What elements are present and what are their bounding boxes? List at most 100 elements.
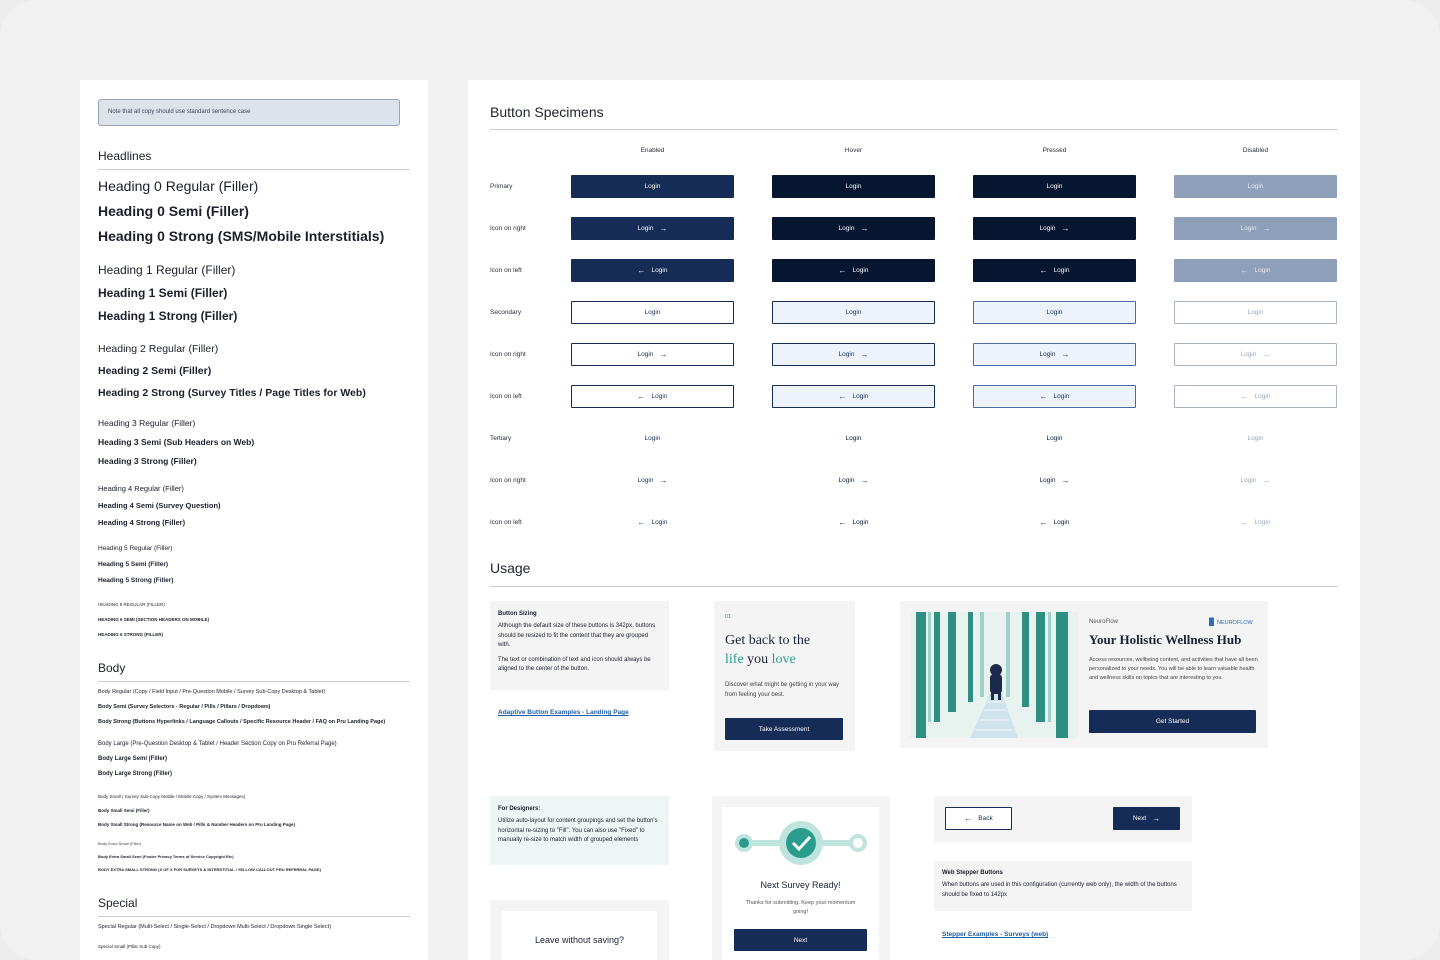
column-enabled: Enabled: [640, 147, 665, 154]
tertiary-icon-right-enabled-button[interactable]: Login →: [571, 469, 734, 492]
tertiary-text-disabled-button[interactable]: Login: [1174, 427, 1337, 450]
arrow-left-icon: ←: [637, 391, 646, 401]
body-regular: Body Regular (Copy / Field Input / Pre-Q…: [98, 689, 326, 695]
tertiary-icon-right-hover-button[interactable]: Login →: [772, 469, 935, 492]
assessment-step: 01: [725, 614, 732, 620]
arrow-right-icon: →: [659, 475, 668, 485]
headlines-divider: [98, 169, 410, 170]
primary-text-pressed-button[interactable]: Login: [973, 175, 1136, 198]
arrow-right-icon: →: [1061, 223, 1070, 233]
primary-icon-left-pressed-button[interactable]: ← Login: [973, 259, 1136, 282]
button-label: Login: [1046, 183, 1063, 190]
secondary-icon-left-enabled-button[interactable]: ← Login: [571, 385, 734, 408]
arrow-left-icon: ←: [1240, 391, 1249, 401]
row-label-1: Icon on right: [490, 225, 526, 232]
stepper-back-button[interactable]: ← Back: [945, 807, 1012, 830]
leave-dialog-card: Leave without saving?: [490, 900, 669, 960]
button-label: Login: [644, 435, 661, 442]
arrow-right-icon: →: [860, 223, 869, 233]
forest-illustration: [910, 612, 1078, 738]
stepper-next-label: Next: [1132, 815, 1147, 822]
heading-4-strong: Heading 4 Strong (Filler): [98, 518, 186, 527]
tertiary-icon-left-hover-button[interactable]: ← Login: [772, 511, 935, 534]
heading-5-strong: Heading 5 Strong (Filler): [98, 577, 174, 584]
button-label: Login: [838, 477, 855, 484]
body-extra-small: Body Extra Small (Filler): [98, 841, 142, 846]
secondary-text-enabled-button[interactable]: Login: [571, 301, 734, 324]
button-label: Login: [1039, 225, 1056, 232]
column-hover: Hover: [844, 147, 863, 154]
secondary-icon-right-enabled-button[interactable]: Login →: [571, 343, 734, 366]
primary-icon-right-enabled-button[interactable]: Login →: [571, 217, 734, 240]
primary-icon-right-hover-button[interactable]: Login →: [772, 217, 935, 240]
secondary-icon-left-pressed-button[interactable]: ← Login: [973, 385, 1136, 408]
leave-dialog-title: Leave without saving?: [534, 935, 625, 945]
arrow-right-icon: →: [1262, 475, 1271, 485]
stepper-next-button[interactable]: Next →: [1113, 807, 1180, 830]
tertiary-text-pressed-button[interactable]: Login: [973, 427, 1136, 450]
button-label: Login: [1053, 267, 1070, 274]
primary-icon-right-disabled-button[interactable]: Login →: [1174, 217, 1337, 240]
arrow-left-icon: ←: [1039, 391, 1048, 401]
button-label: Login: [1046, 435, 1063, 442]
secondary-icon-left-disabled-button[interactable]: ← Login: [1174, 385, 1337, 408]
primary-text-disabled-button[interactable]: Login: [1174, 175, 1337, 198]
heading-3-strong: Heading 3 Strong (Filler): [98, 456, 197, 466]
tertiary-icon-right-pressed-button[interactable]: Login →: [973, 469, 1136, 492]
adaptive-button-examples-link[interactable]: Adaptive Button Examples - Landing Page: [498, 709, 629, 716]
button-label: Login: [1247, 309, 1264, 316]
take-assessment-button[interactable]: Take Assessment: [725, 718, 843, 740]
arrow-right-icon: →: [1152, 813, 1161, 823]
primary-icon-left-hover-button[interactable]: ← Login: [772, 259, 935, 282]
button-label: Login: [1254, 393, 1271, 400]
web-stepper-text: When buttons are used in this configurat…: [942, 882, 1177, 898]
heading-6-semi: HEADING 6 SEMI (SECTION HEADERS ON MOBIL…: [98, 617, 210, 622]
arrow-left-icon: ←: [964, 813, 973, 823]
primary-text-enabled-button[interactable]: Login: [571, 175, 734, 198]
primary-icon-right-pressed-button[interactable]: Login →: [973, 217, 1136, 240]
button-label: Login: [845, 309, 862, 316]
arrow-left-icon: ←: [1039, 517, 1048, 527]
tertiary-icon-left-pressed-button[interactable]: ← Login: [973, 511, 1136, 534]
arrow-left-icon: ←: [838, 391, 847, 401]
button-label: Login: [1240, 477, 1257, 484]
button-label: Login: [838, 225, 855, 232]
heading-5-regular: Heading 5 Regular (Filler): [98, 545, 173, 552]
tertiary-text-hover-button[interactable]: Login: [772, 427, 935, 450]
assessment-description: Discover what might be getting in your w…: [725, 682, 840, 698]
secondary-icon-right-disabled-button[interactable]: Login →: [1174, 343, 1337, 366]
arrow-right-icon: →: [659, 349, 668, 359]
secondary-icon-right-pressed-button[interactable]: Login →: [973, 343, 1136, 366]
row-label-4: Icon on right: [490, 351, 526, 358]
assessment-title-a: Get back to the: [725, 633, 811, 648]
button-specimens-title: Button Specimens: [490, 104, 604, 120]
primary-text-hover-button[interactable]: Login: [772, 175, 935, 198]
primary-icon-left-disabled-button[interactable]: ← Login: [1174, 259, 1337, 282]
button-label: Login: [651, 393, 668, 400]
primary-icon-left-enabled-button[interactable]: ← Login: [571, 259, 734, 282]
button-sizing-heading: Button Sizing: [498, 611, 537, 617]
body-large-semi: Body Large Semi (Filler): [98, 756, 168, 762]
buttons-panel: Button Specimens Enabled Hover Pressed D…: [468, 80, 1360, 960]
get-started-button[interactable]: Get Started: [1089, 710, 1256, 733]
tertiary-icon-right-disabled-button[interactable]: Login →: [1174, 469, 1337, 492]
hub-description: Access resources, wellbeing content, and…: [1089, 657, 1258, 681]
tertiary-icon-left-disabled-button[interactable]: ← Login: [1174, 511, 1337, 534]
secondary-text-hover-button[interactable]: Login: [772, 301, 935, 324]
tertiary-text-enabled-button[interactable]: Login: [571, 427, 734, 450]
secondary-icon-right-hover-button[interactable]: Login →: [772, 343, 935, 366]
secondary-text-pressed-button[interactable]: Login: [973, 301, 1136, 324]
button-label: Login: [845, 183, 862, 190]
secondary-icon-left-hover-button[interactable]: ← Login: [772, 385, 935, 408]
survey-next-button[interactable]: Next: [734, 929, 867, 951]
sentence-case-note: Note that all copy should use standard s…: [98, 99, 400, 126]
secondary-text-disabled-button[interactable]: Login: [1174, 301, 1337, 324]
stepper-examples-link[interactable]: Stepper Examples - Surveys (web): [942, 931, 1048, 938]
tertiary-icon-left-enabled-button[interactable]: ← Login: [571, 511, 734, 534]
button-sizing-card: Button Sizing Although the default size …: [490, 601, 669, 690]
progress-steps-graphic: [735, 821, 867, 865]
arrow-right-icon: →: [1262, 349, 1271, 359]
neuroflow-logo-text: NEUROFLOW: [1216, 619, 1253, 626]
button-label: Login: [1053, 393, 1070, 400]
column-pressed: Pressed: [1042, 147, 1067, 154]
